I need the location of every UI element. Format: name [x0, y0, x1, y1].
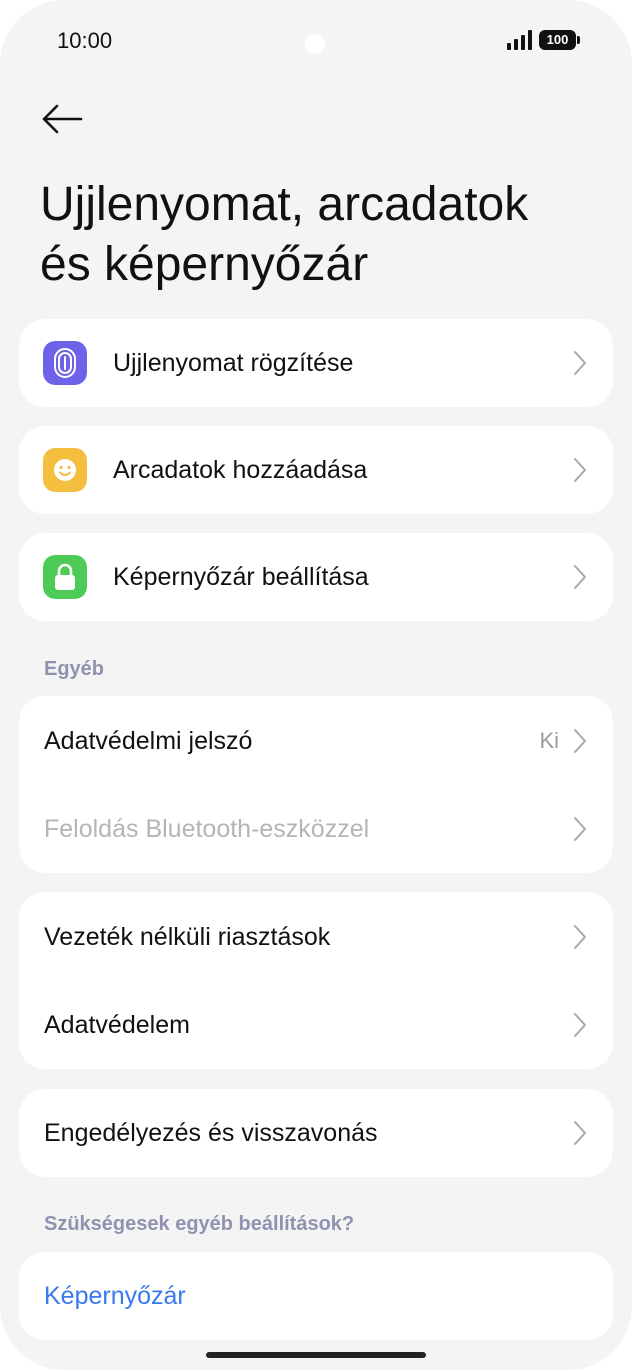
- permissions-label: Engedélyezés és visszavonás: [44, 1119, 378, 1147]
- section-title-suggestions: Szükségesek egyéb beállítások?: [44, 1213, 355, 1235]
- permissions-card: Engedélyezés és visszavonás: [19, 1089, 613, 1177]
- page-title-line1: Ujjlenyomat, arcadatok: [40, 178, 529, 231]
- page-title-line2: és képernyőzár: [40, 238, 369, 291]
- privacy-password-label: Adatvédelmi jelszó: [44, 727, 253, 755]
- screen-lock-row[interactable]: Képernyőzár beállítása: [19, 533, 613, 621]
- suggestion-screen-lock-link[interactable]: Képernyőzár: [19, 1252, 613, 1340]
- wireless-alerts-row[interactable]: Vezeték nélküli riasztások: [19, 893, 613, 981]
- phone-screen: 10:00 100 Ujjlenyomat, arcadatok és képe…: [0, 0, 632, 1370]
- chevron-right-icon: [574, 925, 586, 949]
- chevron-right-icon: [574, 817, 586, 841]
- fingerprint-card: Ujjlenyomat rögzítése: [19, 319, 613, 407]
- privacy-password-row[interactable]: Adatvédelmi jelszó Ki: [19, 697, 613, 785]
- privacy-password-value: Ki: [539, 728, 559, 753]
- section-title-other: Egyéb: [44, 658, 105, 680]
- camera-cutout: [305, 34, 325, 54]
- status-bar: 10:00 100: [0, 0, 632, 84]
- bluetooth-unlock-row[interactable]: Feloldás Bluetooth-eszközzel: [19, 785, 613, 873]
- fingerprint-row[interactable]: Ujjlenyomat rögzítése: [19, 319, 613, 407]
- chevron-right-icon: [574, 351, 586, 375]
- wireless-alerts-label: Vezeték nélküli riasztások: [44, 923, 331, 951]
- face-card: Arcadatok hozzáadása: [19, 426, 613, 514]
- signal-icon: [507, 30, 532, 50]
- privacy-label: Adatvédelem: [44, 1011, 190, 1039]
- status-time: 10:00: [57, 28, 113, 53]
- screen-lock-label: Képernyőzár beállítása: [113, 563, 369, 591]
- back-arrow-icon[interactable]: [40, 100, 84, 138]
- privacy-row[interactable]: Adatvédelem: [19, 981, 613, 1069]
- lock-icon: [43, 555, 87, 599]
- chevron-right-icon: [574, 1121, 586, 1145]
- chevron-right-icon: [574, 729, 586, 753]
- other-card: Adatvédelmi jelszó Ki Feloldás Bluetooth…: [19, 696, 613, 873]
- chevron-right-icon: [574, 565, 586, 589]
- battery-icon: 100: [539, 30, 580, 50]
- face-icon: [43, 448, 87, 492]
- screen-lock-card: Képernyőzár beállítása: [19, 533, 613, 621]
- suggestion-link-label: Képernyőzár: [44, 1282, 186, 1310]
- page-title: Ujjlenyomat, arcadatok és képernyőzár: [40, 175, 600, 295]
- chevron-right-icon: [574, 458, 586, 482]
- suggestion-card: Képernyőzár: [19, 1252, 613, 1340]
- face-label: Arcadatok hozzáadása: [113, 456, 368, 484]
- chevron-right-icon: [574, 1013, 586, 1037]
- alerts-privacy-card: Vezeték nélküli riasztások Adatvédelem: [19, 892, 613, 1069]
- fingerprint-icon: [43, 341, 87, 385]
- fingerprint-label: Ujjlenyomat rögzítése: [113, 349, 354, 377]
- bluetooth-unlock-label: Feloldás Bluetooth-eszközzel: [44, 815, 370, 843]
- face-row[interactable]: Arcadatok hozzáadása: [19, 426, 613, 514]
- home-indicator[interactable]: [206, 1352, 426, 1358]
- permissions-row[interactable]: Engedélyezés és visszavonás: [19, 1089, 613, 1177]
